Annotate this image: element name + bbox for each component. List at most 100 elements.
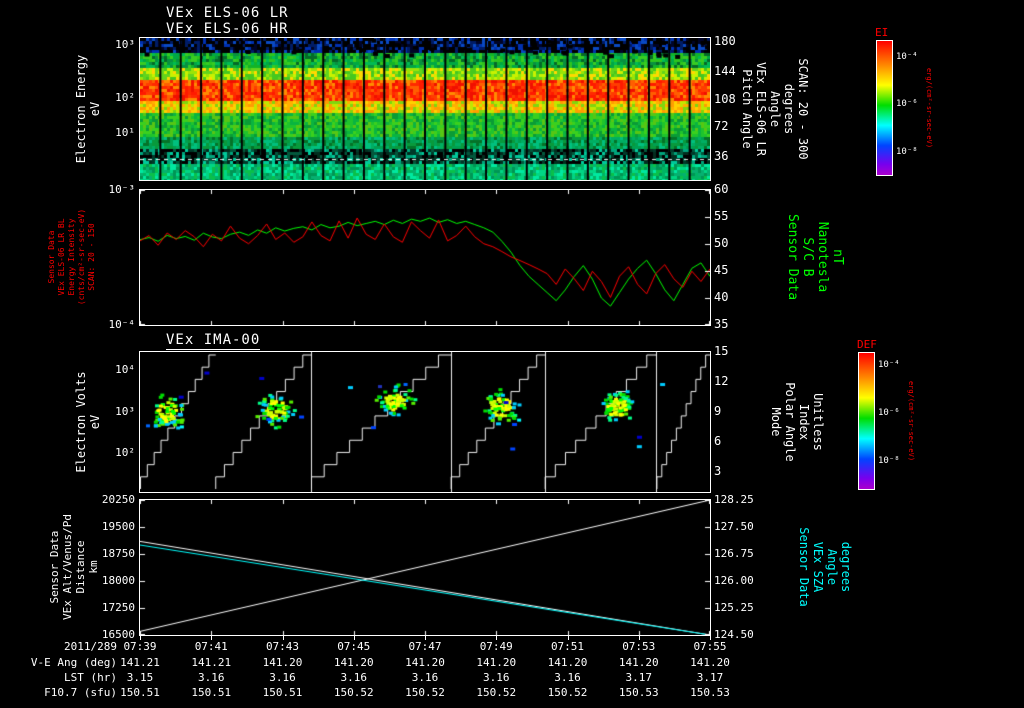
bottom-row-value: 150.52 <box>333 686 374 699</box>
time-tick-label: 07:41 <box>194 640 228 653</box>
alt-left-tick-label: 20250 <box>101 493 135 506</box>
alt-right-axis-label-line: Angle <box>825 548 839 586</box>
ima-right-tick-label: 9 <box>714 404 722 419</box>
line2-y-axis-label-line: Energy Intensity <box>67 218 76 296</box>
alt-plot-canvas <box>140 500 710 635</box>
alt-right-tick-label: 126.75 <box>714 547 754 560</box>
def-colorbar-unit-label: erg/(cm²-sr-sec-eV) <box>907 381 915 461</box>
ima-right-tick-label: 3 <box>714 463 722 478</box>
line2-left-tick-label: 10⁻³ <box>108 183 136 196</box>
els-right-axis-label-line: VEx ELS-06 LR <box>754 62 768 156</box>
alt-right-axis-label-line: Sensor Data <box>797 527 811 607</box>
time-tick-mark <box>638 636 640 640</box>
ima-right-tick-label: 12 <box>714 373 729 388</box>
time-tick-mark <box>710 636 711 640</box>
ei-colorbar-unit-label-line: erg/(cm²-sr-sec-eV) <box>925 67 933 149</box>
bottom-row-value: 3.16 <box>269 671 296 684</box>
line2-left-tick-label: 10⁻⁴ <box>108 318 136 331</box>
els-right-axis-label-line: Pitch Angle <box>740 69 754 149</box>
ei-colorbar <box>876 40 893 176</box>
alt-y-axis-label-line: Sensor Data <box>48 530 61 604</box>
page-title-els-lr: VEx ELS-06 LR <box>166 5 289 21</box>
line2-right-tick-label: 35 <box>714 317 729 331</box>
line2-y-axis-label: Sensor Data VEx ELS-06 LR BL Energy Intens… <box>47 209 97 305</box>
alt-right-axis-label: degrees Angle VEx SZA Sensor Data <box>797 527 853 606</box>
line2-right-tick-label: 55 <box>714 209 729 223</box>
ima-left-tick-label: 10³ <box>115 405 135 419</box>
time-tick-mark <box>567 636 569 640</box>
ima-left-tick-label: 10² <box>115 445 135 459</box>
bottom-row-value: 141.21 <box>120 656 160 669</box>
line2-right-tick-label: 45 <box>714 263 729 277</box>
alt-right-axis-label-line: degrees <box>839 541 853 593</box>
bottom-row-value: 150.51 <box>191 686 232 699</box>
els-right-axis-label-line: Angle <box>768 90 782 128</box>
def-colorbar-tick-label: 10⁻⁴ <box>878 359 900 370</box>
bottom-row-value: 141.20 <box>476 656 517 669</box>
line2-right-axis-label-line: Nanotesla <box>815 221 830 293</box>
def-colorbar-unit-label-line: erg/(cm²-sr-sec-eV) <box>907 380 915 462</box>
alt-y-axis-label: Sensor Data VEx Alt/Venus/Pd Distance km <box>48 514 100 620</box>
bottom-row-value: 150.51 <box>262 686 303 699</box>
time-tick-mark <box>496 636 498 640</box>
time-tick-mark <box>211 636 213 640</box>
els-panel <box>139 37 711 181</box>
def-colorbar-tick-label: 10⁻⁶ <box>878 408 900 419</box>
bottom-row-value: 3.17 <box>625 671 653 684</box>
bottom-row-value: 141.20 <box>618 656 659 669</box>
alt-y-axis-label-line: km <box>87 560 100 574</box>
time-tick-mark <box>425 636 426 640</box>
alt-y-axis-label-line: Distance <box>74 540 87 594</box>
line2-y-axis-label-line: VEx ELS-06 LR BL <box>57 218 66 296</box>
bottom-row-value: 3.16 <box>554 671 581 684</box>
time-tick-label: 07:39 <box>123 640 157 653</box>
bottom-row-value: 141.21 <box>191 656 232 669</box>
vex-multipanel-plot: VEx ELS-06 LR VEx ELS-06 HR VEx IMA-00 1… <box>0 0 1024 708</box>
els-right-tick-label: 108 <box>714 92 736 107</box>
date-label: 2011/289 <box>64 640 117 653</box>
line2-right-axis-label-line: Sensor Data <box>785 213 800 301</box>
bottom-row-value: 141.20 <box>690 656 730 669</box>
bottom-row-value: 150.52 <box>405 686 445 699</box>
ima-right-axis-label-line: Mode <box>769 407 783 437</box>
def-colorbar-title: DEF <box>857 338 877 351</box>
line2-right-tick-label: 50 <box>714 236 729 250</box>
els-right-tick-label: 144 <box>714 64 736 79</box>
els-right-axis-label-line: SCAN: 20 - 300 <box>796 58 810 160</box>
els-left-tick-label: 10¹ <box>115 126 135 140</box>
alt-panel <box>139 499 711 636</box>
ima-y-axis-label: Electron Volts eV <box>74 371 102 472</box>
els-right-tick-label: 36 <box>714 149 729 164</box>
bottom-row-label: V-E Ang (deg) <box>30 656 117 669</box>
line2-y-axis-label-line: SCAN: 20 - 150 <box>87 223 96 291</box>
bottom-row-value: 3.15 <box>126 671 154 684</box>
alt-right-tick-label: 125.25 <box>714 601 754 614</box>
bottom-row-value: 141.20 <box>547 656 588 669</box>
els-right-tick-label: 180 <box>714 34 736 49</box>
line2-right-tick-label: 40 <box>714 290 729 304</box>
bottom-row-value: 3.16 <box>483 671 510 684</box>
els-y-axis-label: Electron Energy eV <box>74 55 102 163</box>
bottom-row-label: F10.7 (sfu) <box>44 686 117 699</box>
line2-panel <box>139 189 711 326</box>
line2-right-axis-label-line: S/C B <box>800 237 815 277</box>
bottom-row-value: 3.16 <box>198 671 225 684</box>
time-tick-label: 07:47 <box>408 640 442 653</box>
ima-y-axis-label-line: Electron Volts <box>74 371 88 473</box>
alt-right-tick-label: 128.25 <box>714 493 754 506</box>
els-right-axis-label-line: degrees <box>782 83 796 135</box>
time-tick-mark <box>353 636 355 640</box>
def-colorbar <box>858 352 875 490</box>
ei-colorbar-tick-label: 10⁻⁸ <box>896 146 918 157</box>
ei-colorbar-tick-label: 10⁻⁶ <box>896 99 918 110</box>
ima-right-axis-label: Unitless Index Polar Angle Mode <box>769 382 825 461</box>
time-tick-label: 07:55 <box>693 640 727 653</box>
bottom-row-value: 141.20 <box>262 656 303 669</box>
ima-right-axis-label-line: Unitless <box>811 393 825 451</box>
ima-right-axis-label-line: Polar Angle <box>783 382 797 462</box>
ei-colorbar-unit-label: erg/(cm²-sr-sec-eV) <box>925 68 933 148</box>
ei-colorbar-title: EI <box>875 26 889 39</box>
alt-right-axis-label-line: VEx SZA <box>811 541 825 593</box>
ima-left-tick-label: 10⁴ <box>115 363 135 377</box>
ima-y-axis-label-line: eV <box>88 414 102 430</box>
